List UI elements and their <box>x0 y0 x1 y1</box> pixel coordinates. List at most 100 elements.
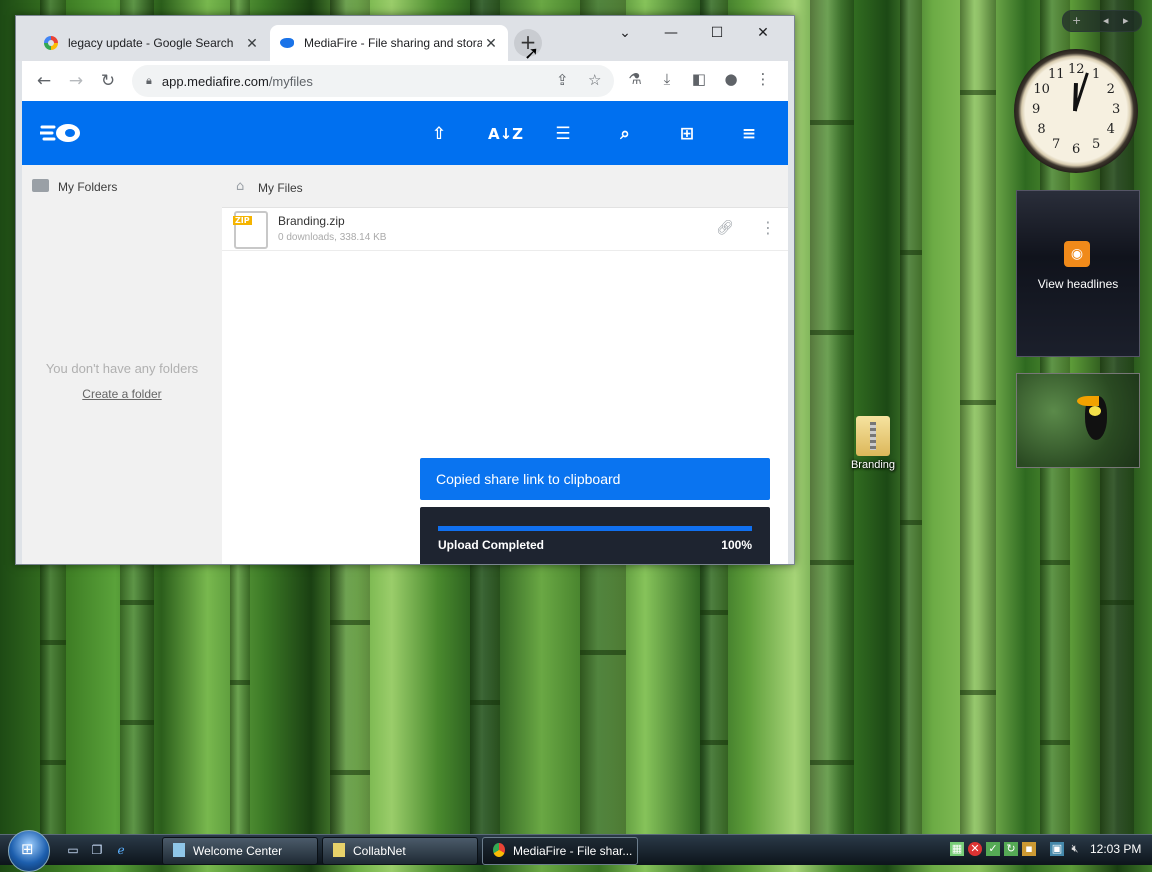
profile-avatar-icon[interactable]: ● <box>720 70 742 88</box>
bamboo-stalk <box>960 0 996 864</box>
upload-progress-bar <box>438 526 752 531</box>
tab-search-icon[interactable]: ⌄ <box>602 20 648 46</box>
task-mediafire-chrome[interactable]: MediaFire - File shar... <box>482 837 638 865</box>
add-gadget-icon[interactable]: + <box>1072 11 1081 31</box>
previous-page-icon[interactable]: ◂ <box>1103 11 1109 31</box>
clock-numeral: 9 <box>1032 102 1041 117</box>
address-domain: app.mediafire.com <box>161 73 269 89</box>
tray-connection-icon[interactable]: ▣ <box>1050 842 1064 856</box>
tray-error-icon[interactable]: ✕ <box>968 842 982 856</box>
clock-numeral: 6 <box>1072 142 1081 157</box>
files-main: ⌂ My Files ZIP Branding.zip 0 downloads,… <box>222 165 788 564</box>
sidebar-title: My Folders <box>58 180 118 194</box>
show-desktop-icon[interactable]: ▭ <box>64 841 82 859</box>
hamburger-menu-icon[interactable]: ≡ <box>736 121 762 147</box>
maximize-icon[interactable]: ☐ <box>694 20 740 46</box>
mediafire-header: ⇧ A↓Z ☰ ⌕ ⊞ ≡ <box>22 101 788 165</box>
mediafire-icon <box>280 38 294 48</box>
tray-folder-icon[interactable]: ▪ <box>1022 842 1036 856</box>
home-icon[interactable]: ⌂ <box>236 179 244 194</box>
clock-numeral: 7 <box>1052 136 1061 152</box>
windows-logo-icon: ⊞ <box>21 840 34 858</box>
reload-icon[interactable]: ↻ <box>96 69 120 93</box>
welcome-center-icon <box>173 843 185 857</box>
close-tab-icon[interactable]: ✕ <box>482 35 500 52</box>
breadcrumb: ⌂ My Files <box>222 165 788 208</box>
task-collabnet[interactable]: CollabNet <box>322 837 478 865</box>
more-options-icon[interactable]: ⋮ <box>760 218 776 237</box>
task-label: CollabNet <box>353 844 406 858</box>
lock-icon: 🔒︎ <box>146 74 152 87</box>
upload-status-panel: Upload Completed 100% <box>420 507 770 564</box>
slideshow-gadget[interactable] <box>1016 373 1140 468</box>
upload-icon[interactable]: ⇧ <box>426 121 452 147</box>
task-label: MediaFire - File shar... <box>513 844 633 858</box>
side-panel-icon[interactable]: ◧ <box>688 70 710 88</box>
address-bar[interactable]: 🔒︎ app.mediafire.com/myfiles ⇪ ☆ <box>132 65 614 97</box>
desktop-icon-branding[interactable]: Branding <box>840 416 906 471</box>
labs-flask-icon[interactable]: ⚗ <box>624 70 646 88</box>
filter-icon[interactable]: ☰ <box>550 121 576 147</box>
forward-icon[interactable]: → <box>64 69 88 93</box>
taskbar: ⊞ ▭ ❐ ℯ Welcome Center CollabNet MediaFi… <box>0 830 1152 872</box>
zip-file-icon: ZIP <box>233 211 268 249</box>
google-icon <box>44 36 58 50</box>
file-type-tag: ZIP <box>233 216 252 225</box>
task-label: Welcome Center <box>193 844 283 858</box>
clock-numeral: 11 <box>1048 67 1065 83</box>
upload-progress-fill <box>438 526 752 531</box>
sort-az-icon[interactable]: A↓Z <box>488 121 523 147</box>
bookmark-star-icon[interactable]: ☆ <box>588 71 601 89</box>
toucan-beak <box>1077 396 1099 406</box>
share-link-icon[interactable]: 🔗︎ <box>716 220 734 236</box>
feed-label[interactable]: View headlines <box>1017 277 1139 291</box>
volume-muted-icon[interactable]: 🔇︎ <box>1068 842 1082 856</box>
clock-numeral: 2 <box>1106 82 1115 97</box>
tab-mediafire[interactable]: MediaFire - File sharing and storage ✕ <box>270 25 508 61</box>
next-page-icon[interactable]: ▸ <box>1123 11 1129 31</box>
back-icon[interactable]: ← <box>32 69 56 93</box>
folders-sidebar: My Folders You don't have any folders Cr… <box>22 165 222 564</box>
create-folder-link[interactable]: Create a folder <box>22 387 222 401</box>
clipboard-toast: Copied share link to clipboard <box>420 458 770 500</box>
rss-icon: ◉ <box>1064 241 1090 267</box>
close-tab-icon[interactable]: ✕ <box>243 35 261 52</box>
tray-security-icon[interactable]: ✓ <box>986 842 1000 856</box>
clock-gadget[interactable]: 12 1 2 3 4 5 6 7 8 9 10 11 <box>1014 49 1138 173</box>
desktop-icon-label: Branding <box>850 459 896 471</box>
switch-windows-icon[interactable]: ❐ <box>88 841 106 859</box>
clock-numeral: 1 <box>1092 67 1101 83</box>
upload-status-label: Upload Completed <box>438 538 545 552</box>
zip-folder-icon <box>856 416 890 456</box>
search-icon[interactable]: ⌕ <box>612 121 638 147</box>
file-row[interactable]: ZIP Branding.zip 0 downloads, 338.14 KB … <box>222 208 788 251</box>
new-folder-icon[interactable]: ⊞ <box>674 121 700 147</box>
clock-numeral: 4 <box>1106 122 1115 137</box>
tab-title: MediaFire - File sharing and storage <box>304 36 482 50</box>
share-icon[interactable]: ⇪ <box>556 71 569 89</box>
mediafire-logo-icon[interactable] <box>40 121 82 145</box>
tray-update-icon[interactable]: ↻ <box>1004 842 1018 856</box>
task-welcome-center[interactable]: Welcome Center <box>162 837 318 865</box>
download-icon[interactable]: ⤓ <box>656 70 678 88</box>
internet-explorer-icon[interactable]: ℯ <box>112 841 130 859</box>
tray-network-icon[interactable]: ▦ <box>950 842 964 856</box>
close-window-icon[interactable]: ✕ <box>740 20 786 46</box>
folder-icon <box>32 179 49 192</box>
file-name[interactable]: Branding.zip <box>278 214 345 228</box>
file-meta: 0 downloads, 338.14 KB <box>278 232 387 243</box>
feed-headlines-gadget[interactable]: ◉ View headlines <box>1016 190 1140 357</box>
minimize-icon[interactable]: — <box>648 20 694 46</box>
browser-window: legacy update - Google Search ✕ MediaFir… <box>15 15 795 565</box>
breadcrumb-label[interactable]: My Files <box>258 181 303 195</box>
menu-kebab-icon[interactable]: ⋮ <box>752 70 774 88</box>
toucan-throat <box>1089 406 1101 416</box>
gadget-controls: + ◂ ▸ <box>1062 10 1142 32</box>
clock-numeral: 12 <box>1068 62 1085 77</box>
tab-google-search[interactable]: legacy update - Google Search ✕ <box>34 25 269 61</box>
taskbar-clock[interactable]: 12:03 PM <box>1090 842 1141 856</box>
start-button[interactable]: ⊞ <box>8 830 50 872</box>
chrome-icon <box>493 843 505 857</box>
clock-numeral: 3 <box>1112 102 1121 117</box>
clock-numeral: 8 <box>1037 122 1046 137</box>
